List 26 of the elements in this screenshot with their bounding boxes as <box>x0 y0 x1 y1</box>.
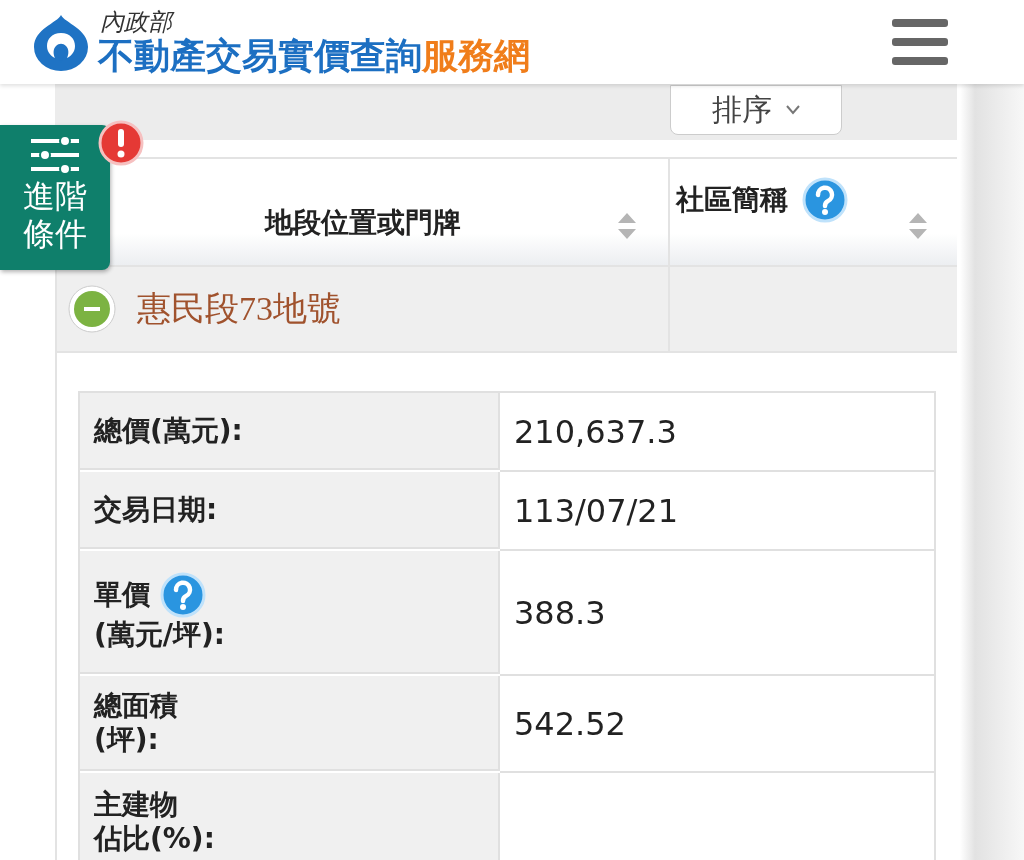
field-label: (坪): <box>94 722 159 757</box>
field-label: 總價(萬元): <box>94 413 243 448</box>
field-label: 交易日期: <box>94 492 218 527</box>
logo-icon <box>32 13 90 71</box>
site-title: 不動產交易實價查詢服務網 <box>98 36 530 76</box>
column-header[interactable]: 社區簡稱 <box>676 181 788 219</box>
field-value: 388.3 <box>514 593 606 632</box>
field-value: 210,637.3 <box>514 412 677 451</box>
sliders-icon <box>29 135 81 175</box>
field-label: (萬元/坪): <box>94 617 226 652</box>
ministry-name: 內政部 <box>100 8 530 36</box>
column-header[interactable]: 地段位置或門牌 <box>264 204 461 242</box>
field-label: 佔比(%): <box>94 822 215 856</box>
advanced-filter-button[interactable]: 進階 條件 <box>0 125 110 270</box>
field-label: 主建物 <box>94 788 178 822</box>
field-value: 542.52 <box>514 704 626 743</box>
collapse-icon[interactable] <box>67 284 117 334</box>
sort-icon <box>616 211 638 241</box>
field-value: 113/07/21 <box>514 491 679 530</box>
address-text[interactable]: 惠民段73地號 <box>137 286 341 332</box>
field-label: 單價 <box>94 577 150 612</box>
sort-icon <box>907 211 929 241</box>
sort-button[interactable]: 排序 <box>670 85 842 135</box>
field-label: 總面積 <box>94 688 178 723</box>
caret-icon <box>786 105 800 115</box>
menu-icon <box>892 19 948 65</box>
